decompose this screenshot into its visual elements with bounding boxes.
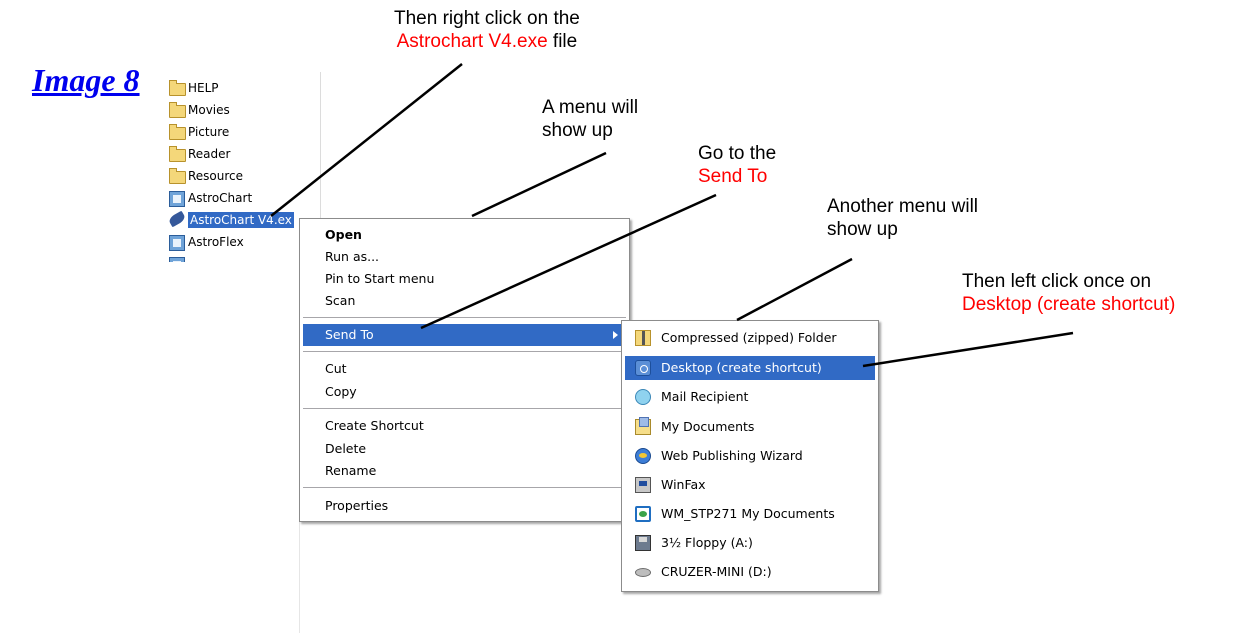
callout-line-step5 [862,331,1074,368]
sendto-item-label: Desktop (create shortcut) [661,360,822,375]
annotation-step1-line2: Astrochart V4.exe file [394,30,580,53]
folder-icon [168,168,186,184]
annotation-step3-red: Send To [698,166,768,187]
sendto-item-label: Mail Recipient [661,389,749,404]
mail-icon [635,389,651,405]
menu-item-scan[interactable]: Scan [303,290,626,312]
menu-separator [303,487,626,488]
callout-line-step2 [471,151,607,218]
my-documents-icon [635,417,651,435]
sendto-item-mail-recipient[interactable]: Mail Recipient [625,385,875,409]
file-item-label: Picture [188,125,230,139]
sendto-item-label: Web Publishing Wizard [661,448,803,463]
annotation-step1-line1: Then right click on the [394,8,580,29]
file-item-astrochart[interactable]: AstroChart [168,188,318,208]
menu-item-send-to-label: Send To [325,327,374,342]
drive-icon [635,568,651,577]
sendto-item-floppy[interactable]: 3½ Floppy (A:) [625,531,875,555]
shortcut-icon [168,190,186,207]
context-menu: Open Run as... Pin to Start menu Scan Se… [299,218,630,522]
file-item-label: HELP [188,81,219,95]
zip-folder-icon [635,330,651,346]
submenu-arrow-icon [613,331,618,339]
sendto-item-winfax[interactable]: WinFax [625,473,875,497]
file-item-help[interactable]: HELP [168,78,318,98]
file-item-partial [168,254,318,262]
file-item-astrochart-v4[interactable]: AstroChart V4.ex [167,210,318,230]
file-item-movies[interactable]: Movies [168,100,318,120]
web-publishing-icon [635,448,651,464]
feather-icon [167,210,187,228]
folder-icon [168,80,186,96]
menu-item-run-as[interactable]: Run as... [303,246,626,268]
menu-item-rename[interactable]: Rename [303,460,626,482]
annotation-step5-red: Desktop (create shortcut) [962,294,1176,315]
image-label[interactable]: Image 8 [32,62,140,99]
file-item-label: AstroChart V4.ex [188,212,294,228]
file-item-label: Reader [188,147,231,161]
annotation-step2: A menu will show up [542,96,638,142]
floppy-icon [635,535,651,551]
menu-item-pin-to-start[interactable]: Pin to Start menu [303,268,626,290]
annotation-step4-line2: show up [827,219,898,240]
annotation-step2-line1: A menu will [542,97,639,118]
sendto-item-compressed-folder[interactable]: Compressed (zipped) Folder [625,326,875,350]
sendto-item-wm-documents[interactable]: WM_STP271 My Documents [625,502,875,526]
sendto-item-label: 3½ Floppy (A:) [661,535,753,550]
sendto-item-web-publishing[interactable]: Web Publishing Wizard [625,444,875,468]
file-item-picture[interactable]: Picture [168,122,318,142]
annotation-step1-tail: file [547,31,578,52]
file-item-label: Resource [188,169,244,183]
annotation-step2-line2: show up [542,120,613,141]
menu-item-properties[interactable]: Properties [303,495,626,517]
folder-icon [168,102,186,118]
annotation-step5: Then left click once on Desktop (create … [962,270,1175,316]
menu-separator [303,317,626,318]
divider [299,520,300,633]
annotation-step4-line1: Another menu will [827,196,979,217]
sendto-item-my-documents[interactable]: My Documents [625,415,875,439]
menu-item-cut[interactable]: Cut [303,358,626,380]
menu-item-send-to[interactable]: Send To [303,324,626,346]
winfax-icon [635,477,651,493]
menu-item-create-shortcut[interactable]: Create Shortcut [303,415,626,437]
sendto-item-label: WinFax [661,477,706,492]
file-item-reader[interactable]: Reader [168,144,318,164]
file-item-label: Movies [188,103,230,117]
file-icon [168,256,186,262]
menu-separator [303,408,626,409]
explorer-file-list: HELP Movies Picture Reader Resource Astr… [162,72,321,262]
desktop-icon [635,360,651,376]
wm-folder-icon [635,506,651,522]
file-item-label: AstroChart [188,191,253,205]
sendto-item-label: WM_STP271 My Documents [661,506,835,521]
sendto-item-desktop[interactable]: Desktop (create shortcut) [625,356,875,380]
annotation-step3-line1: Go to the [698,143,777,164]
file-item-astroflex[interactable]: AstroFlex [168,232,318,252]
menu-separator [303,351,626,352]
folder-icon [168,146,186,162]
annotation-step1-red: Astrochart V4.exe [396,31,548,52]
callout-line-step4 [736,257,853,322]
sendto-item-label: Compressed (zipped) Folder [661,330,837,345]
shortcut-icon [168,234,186,251]
send-to-submenu: Compressed (zipped) Folder Desktop (crea… [621,320,879,592]
menu-item-open[interactable]: Open [303,224,626,246]
menu-item-copy[interactable]: Copy [303,381,626,403]
file-item-label: AstroFlex [188,235,244,249]
annotation-step1: Then right click on the Astrochart V4.ex… [394,7,580,53]
file-item-resource[interactable]: Resource [168,166,318,186]
sendto-item-label: CRUZER-MINI (D:) [661,564,772,579]
annotation-step3: Go to the Send To [698,142,776,188]
sendto-item-label: My Documents [661,419,755,434]
annotation-step4: Another menu will show up [827,195,978,241]
menu-item-delete[interactable]: Delete [303,438,626,460]
annotation-step5-line1: Then left click once on [962,271,1152,292]
sendto-item-cruzer-drive[interactable]: CRUZER-MINI (D:) [625,560,875,584]
folder-icon [168,124,186,140]
